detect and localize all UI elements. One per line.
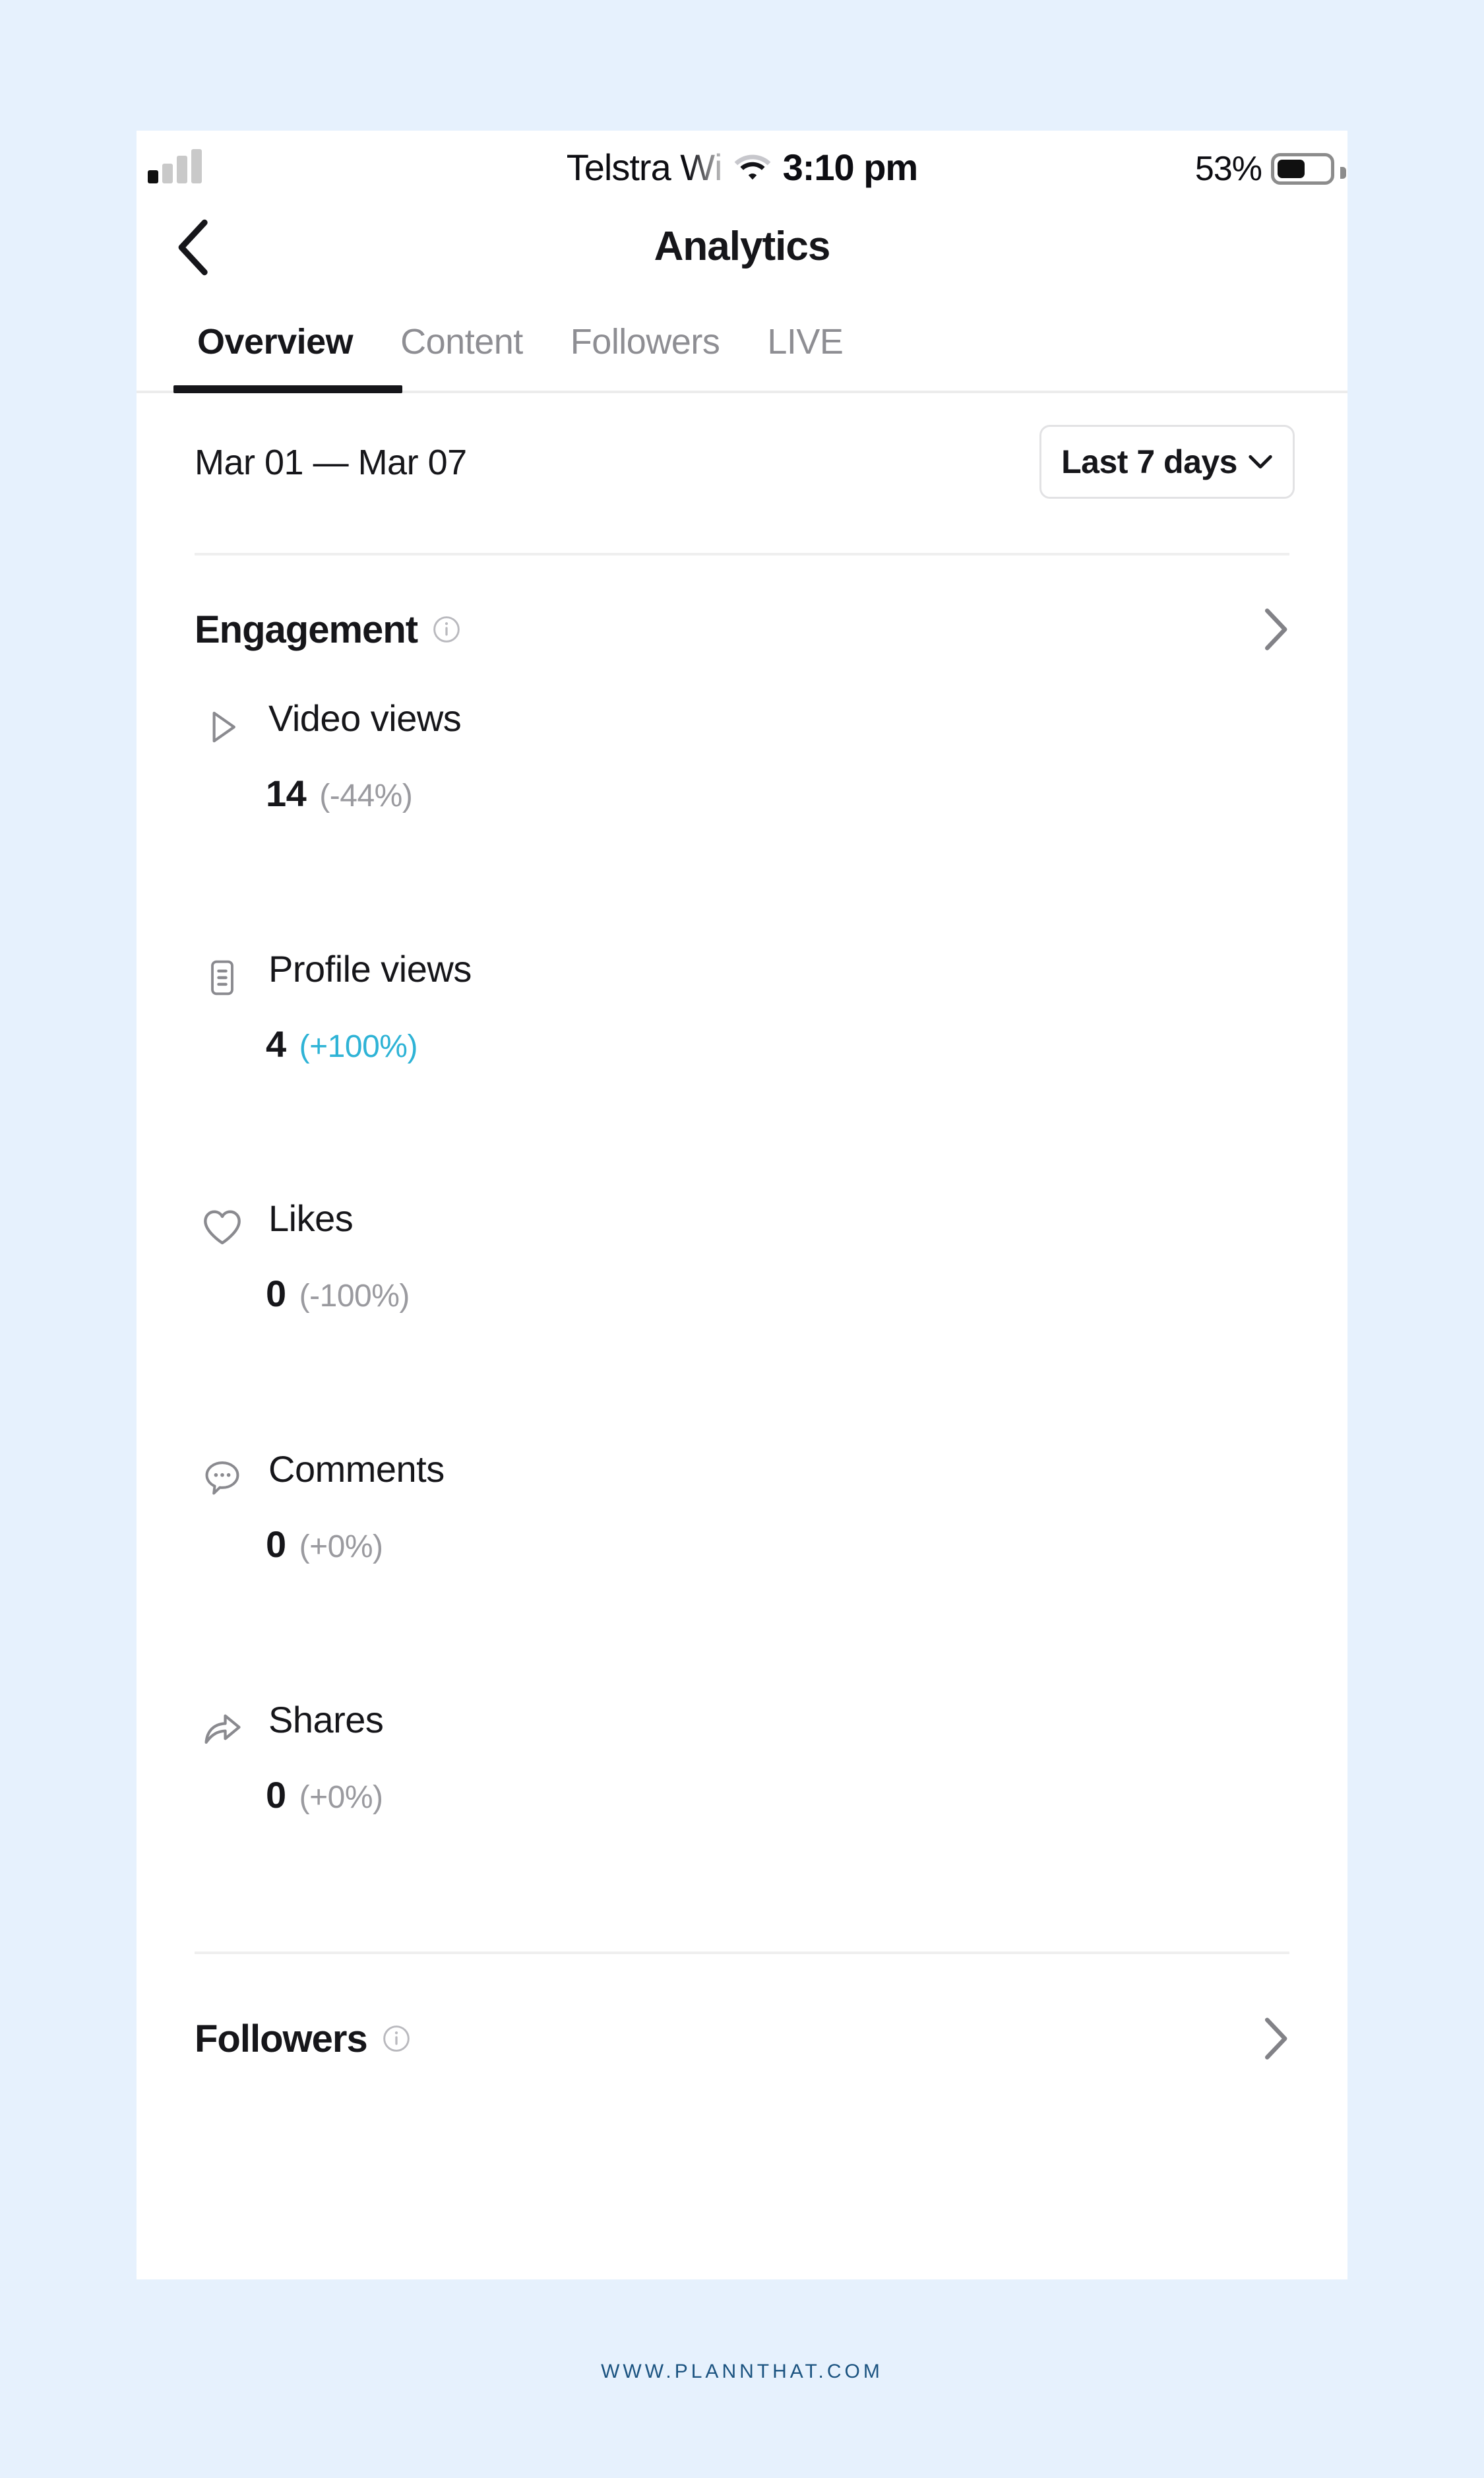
metric-values: 14 (-44%) bbox=[266, 772, 413, 815]
metric-values: 0 (-100%) bbox=[266, 1272, 410, 1315]
metric-row-likes[interactable]: Likes 0 (-100%) bbox=[137, 1197, 1347, 1317]
carrier-label: Telstra Wi bbox=[566, 146, 723, 188]
section-header-engagement[interactable]: Engagement bbox=[137, 590, 1347, 669]
metric-value: 0 bbox=[266, 1273, 286, 1314]
info-circle-icon[interactable] bbox=[382, 2024, 411, 2053]
profile-card-icon bbox=[197, 953, 247, 1003]
metric-row-comments[interactable]: Comments 0 (+0%) bbox=[137, 1448, 1347, 1568]
wifi-icon bbox=[734, 152, 771, 181]
metric-value: 0 bbox=[266, 1523, 286, 1565]
tab-bar: Overview Content Followers LIVE bbox=[137, 293, 1347, 393]
section-title-followers: Followers bbox=[195, 2017, 368, 2060]
page-root: Telstra Wi 3:10 pm 53% Analytics Overvie… bbox=[0, 0, 1484, 2478]
battery-fill bbox=[1278, 160, 1305, 178]
metric-delta: (+0%) bbox=[299, 1529, 383, 1564]
date-range-row: Mar 01 — Mar 07 Last 7 days bbox=[137, 395, 1347, 540]
metric-delta: (+0%) bbox=[299, 1780, 383, 1815]
metric-row-profile-views[interactable]: Profile views 4 (+100%) bbox=[137, 948, 1347, 1067]
tab-list: Overview Content Followers LIVE bbox=[173, 293, 867, 391]
play-triangle-icon bbox=[197, 702, 247, 752]
battery-cap bbox=[1340, 167, 1346, 179]
battery-percent-label: 53% bbox=[1194, 150, 1262, 188]
section-header-followers[interactable]: Followers bbox=[137, 1999, 1347, 2078]
date-range-selector-label: Last 7 days bbox=[1061, 443, 1237, 480]
metric-delta: (-44%) bbox=[319, 778, 413, 813]
metric-label: Shares bbox=[268, 1699, 384, 1740]
date-range-label: Mar 01 — Mar 07 bbox=[195, 443, 467, 482]
active-tab-indicator bbox=[173, 385, 402, 393]
metric-label: Video views bbox=[268, 697, 462, 739]
divider-bottom bbox=[195, 1952, 1289, 1954]
metric-label: Likes bbox=[268, 1197, 354, 1239]
metric-label: Profile views bbox=[268, 948, 472, 990]
tab-overview[interactable]: Overview bbox=[173, 321, 377, 362]
date-range-selector[interactable]: Last 7 days bbox=[1039, 425, 1295, 499]
section-chevron-engagement[interactable] bbox=[1260, 607, 1291, 655]
tab-content[interactable]: Content bbox=[377, 321, 547, 362]
metric-value: 14 bbox=[266, 773, 307, 814]
tab-followers[interactable]: Followers bbox=[547, 321, 744, 362]
status-bar-right: 53% bbox=[1194, 149, 1346, 189]
section-chevron-followers[interactable] bbox=[1260, 2016, 1291, 2064]
phone-screen: Telstra Wi 3:10 pm 53% Analytics Overvie… bbox=[137, 131, 1347, 2279]
comment-bubble-icon bbox=[197, 1453, 247, 1503]
section-title-group: Engagement bbox=[195, 590, 461, 669]
share-arrow-icon bbox=[197, 1703, 247, 1754]
status-bar: Telstra Wi 3:10 pm 53% bbox=[137, 131, 1347, 203]
page-title: Analytics bbox=[654, 223, 831, 269]
metric-label: Comments bbox=[268, 1448, 445, 1490]
nav-bar: Analytics bbox=[137, 203, 1347, 289]
metric-delta: (+100%) bbox=[299, 1029, 418, 1064]
status-bar-center: Telstra Wi 3:10 pm bbox=[137, 131, 1347, 203]
metric-value: 0 bbox=[266, 1774, 286, 1816]
battery-icon bbox=[1271, 153, 1346, 185]
tab-live[interactable]: LIVE bbox=[743, 321, 867, 362]
section-title-group: Followers bbox=[195, 1999, 411, 2078]
metric-row-shares[interactable]: Shares 0 (+0%) bbox=[137, 1699, 1347, 1818]
metric-values: 0 (+0%) bbox=[266, 1523, 383, 1566]
metric-value: 4 bbox=[266, 1023, 286, 1065]
metric-row-video-views[interactable]: Video views 14 (-44%) bbox=[137, 697, 1347, 817]
metric-values: 0 (+0%) bbox=[266, 1773, 383, 1816]
site-watermark: WWW.PLANNTHAT.COM bbox=[601, 2361, 883, 2382]
metric-values: 4 (+100%) bbox=[266, 1023, 417, 1065]
metric-delta: (-100%) bbox=[299, 1279, 410, 1314]
chevron-down-icon bbox=[1249, 455, 1272, 469]
section-title-engagement: Engagement bbox=[195, 608, 418, 651]
divider-top bbox=[195, 553, 1289, 556]
info-circle-icon[interactable] bbox=[432, 615, 461, 644]
clock-label: 3:10 pm bbox=[782, 146, 919, 188]
heart-icon bbox=[197, 1202, 247, 1252]
